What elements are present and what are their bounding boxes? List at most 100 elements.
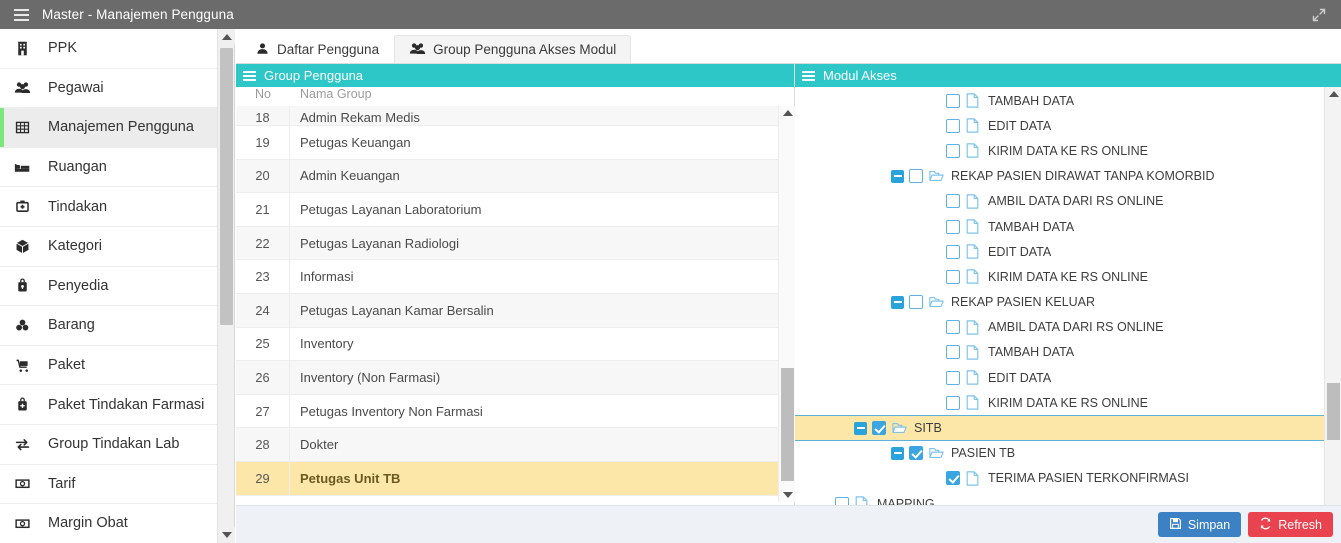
sidebar-scrollbar[interactable] bbox=[218, 29, 235, 543]
tree-scroll-thumb[interactable] bbox=[1327, 383, 1340, 440]
table-row[interactable]: 19 Petugas Keuangan bbox=[236, 126, 778, 160]
tree-node-checkbox[interactable] bbox=[946, 370, 960, 385]
tree-node[interactable]: KIRIM DATA KE RS ONLINE bbox=[795, 138, 1325, 163]
tree-node[interactable]: AMBIL DATA DARI RS ONLINE bbox=[795, 315, 1325, 340]
file-icon bbox=[966, 143, 981, 159]
row-group-name: Petugas Layanan Laboratorium bbox=[300, 201, 482, 217]
tree-node-checkbox[interactable] bbox=[872, 421, 886, 436]
table-scroll-down-icon[interactable] bbox=[779, 488, 796, 502]
tree-node-checkbox[interactable] bbox=[946, 118, 960, 133]
tree-node[interactable]: TERIMA PASIEN TERKONFIRMASI bbox=[795, 466, 1325, 491]
tab-group-pengguna-akses-modul[interactable]: Group Pengguna Akses Modul bbox=[394, 35, 632, 63]
table-scroll-thumb[interactable] bbox=[781, 368, 794, 481]
save-disk-icon bbox=[1169, 517, 1182, 533]
sidebar-item-kategori[interactable]: Kategori bbox=[0, 226, 217, 267]
table-grid-icon bbox=[14, 119, 48, 136]
tree-node[interactable]: REKAP PASIEN DIRAWAT TANPA KOMORBID bbox=[795, 164, 1325, 189]
sidebar-item-manajemen-pengguna[interactable]: Manajemen Pengguna bbox=[0, 108, 217, 148]
tree-node-checkbox[interactable] bbox=[946, 194, 960, 209]
row-number: 21 bbox=[236, 193, 290, 226]
tree-node[interactable]: EDIT DATA bbox=[795, 365, 1325, 390]
sidebar-item-paket-tindakan-farmasi[interactable]: Paket Tindakan Farmasi bbox=[0, 385, 217, 425]
tree-node[interactable]: KIRIM DATA KE RS ONLINE bbox=[795, 390, 1325, 415]
tree-node[interactable]: SITB bbox=[795, 415, 1325, 441]
tree-node[interactable]: KIRIM DATA KE RS ONLINE bbox=[795, 264, 1325, 289]
table-row[interactable]: 29 Petugas Unit TB bbox=[236, 461, 778, 496]
tree-node-checkbox[interactable] bbox=[909, 169, 923, 184]
sidebar-scroll-down-icon[interactable] bbox=[218, 527, 235, 543]
tree-node-checkbox[interactable] bbox=[909, 295, 923, 310]
sidebar-item-paket[interactable]: Paket bbox=[0, 345, 217, 386]
sidebar-item-barang[interactable]: Barang bbox=[0, 306, 217, 346]
tree-node[interactable]: TAMBAH DATA bbox=[795, 214, 1325, 239]
tree-node-label: TAMBAH DATA bbox=[988, 219, 1075, 234]
file-icon bbox=[966, 395, 981, 411]
tree-node-label: AMBIL DATA DARI RS ONLINE bbox=[988, 320, 1164, 335]
row-group-name: Admin Keuangan bbox=[300, 168, 400, 184]
table-row[interactable]: 27 Petugas Inventory Non Farmasi bbox=[236, 394, 778, 429]
sidebar-item-ppk[interactable]: PPK bbox=[0, 29, 217, 69]
money-icon bbox=[14, 475, 48, 492]
sidebar-item-pegawai[interactable]: Pegawai bbox=[0, 68, 217, 109]
sidebar-item-label: Kategori bbox=[48, 238, 103, 255]
tree-node[interactable]: TAMBAH DATA bbox=[795, 88, 1325, 113]
table-row[interactable]: 23 Informasi bbox=[236, 260, 778, 294]
tab-daftar-pengguna[interactable]: Daftar Pengguna bbox=[240, 35, 394, 63]
expand-arrows-icon[interactable] bbox=[1297, 0, 1341, 29]
sidebar-item-ruangan[interactable]: Ruangan bbox=[0, 147, 217, 188]
tree-node-checkbox[interactable] bbox=[946, 219, 960, 234]
table-row[interactable]: 21 Petugas Layanan Laboratorium bbox=[236, 193, 778, 227]
tree-node[interactable]: EDIT DATA bbox=[795, 239, 1325, 264]
refresh-button[interactable]: Refresh bbox=[1248, 512, 1333, 537]
tree-node-checkbox[interactable] bbox=[946, 269, 960, 284]
tree-node-checkbox[interactable] bbox=[946, 345, 960, 360]
table-header-row: No Nama Group bbox=[236, 87, 794, 106]
tree-node-checkbox[interactable] bbox=[946, 320, 960, 335]
collapse-toggle-icon[interactable] bbox=[891, 446, 904, 460]
tree-node-checkbox[interactable] bbox=[946, 471, 960, 486]
table-row[interactable]: 24 Petugas Layanan Kamar Bersalin bbox=[236, 293, 778, 328]
collapse-toggle-icon[interactable] bbox=[854, 421, 867, 435]
table-row[interactable]: 20 Admin Keuangan bbox=[236, 159, 778, 194]
table-row[interactable]: 28 Dokter bbox=[236, 428, 778, 462]
collapse-toggle-icon[interactable] bbox=[891, 295, 904, 309]
file-icon bbox=[966, 219, 981, 234]
table-scroll-up-icon[interactable] bbox=[779, 106, 796, 120]
group-pengguna-header-label: Group Pengguna bbox=[264, 68, 364, 83]
sidebar-item-penyedia[interactable]: Penyedia bbox=[0, 266, 217, 307]
table-row[interactable]: 25 Inventory bbox=[236, 327, 778, 362]
sidebar-item-group-tindakan-lab[interactable]: Group Tindakan Lab bbox=[0, 424, 217, 465]
sidebar-scroll-thumb[interactable] bbox=[220, 48, 233, 325]
supplier-icon bbox=[14, 277, 48, 294]
sidebar-item-tindakan[interactable]: Tindakan bbox=[0, 187, 217, 227]
tree-node[interactable]: AMBIL DATA DARI RS ONLINE bbox=[795, 189, 1325, 214]
sidebar-item-margin-obat[interactable]: Margin Obat bbox=[0, 504, 217, 543]
collapse-toggle-icon[interactable] bbox=[891, 169, 904, 183]
sidebar-item-tarif[interactable]: Tarif bbox=[0, 464, 217, 505]
tree-scrollbar[interactable] bbox=[1324, 87, 1341, 520]
tree-node-checkbox[interactable] bbox=[909, 446, 923, 461]
tab-bar: Daftar Pengguna Group Pengguna Akses Modu… bbox=[236, 29, 1341, 64]
exchange-arrows-icon bbox=[14, 436, 48, 453]
table-row[interactable]: 18 Admin Rekam Medis bbox=[236, 106, 778, 126]
tree-scroll-up-icon[interactable] bbox=[1325, 87, 1341, 101]
tree-node-checkbox[interactable] bbox=[946, 244, 960, 259]
hamburger-icon[interactable] bbox=[6, 8, 36, 21]
tree-node-checkbox[interactable] bbox=[946, 143, 960, 158]
group-table-scrollbar[interactable] bbox=[778, 106, 795, 502]
table-row[interactable]: 22 Petugas Layanan Radiologi bbox=[236, 226, 778, 261]
tree-node-checkbox[interactable] bbox=[946, 395, 960, 410]
list-icon bbox=[802, 70, 815, 81]
sidebar-item-label: Paket bbox=[48, 357, 86, 374]
table-row[interactable]: 26 Inventory (Non Farmasi) bbox=[236, 361, 778, 395]
tree-node[interactable]: REKAP PASIEN KELUAR bbox=[795, 290, 1325, 315]
save-button[interactable]: Simpan bbox=[1157, 512, 1242, 537]
row-number: 18 bbox=[236, 106, 290, 125]
row-group-name: Petugas Layanan Kamar Bersalin bbox=[300, 302, 494, 318]
tree-node[interactable]: EDIT DATA bbox=[795, 113, 1325, 138]
tree-node[interactable]: TAMBAH DATA bbox=[795, 340, 1325, 365]
group-pengguna-header: Group Pengguna bbox=[236, 64, 794, 87]
tree-node[interactable]: PASIEN TB bbox=[795, 441, 1325, 466]
tree-node-checkbox[interactable] bbox=[946, 93, 960, 108]
sidebar-scroll-up-icon[interactable] bbox=[218, 29, 235, 45]
